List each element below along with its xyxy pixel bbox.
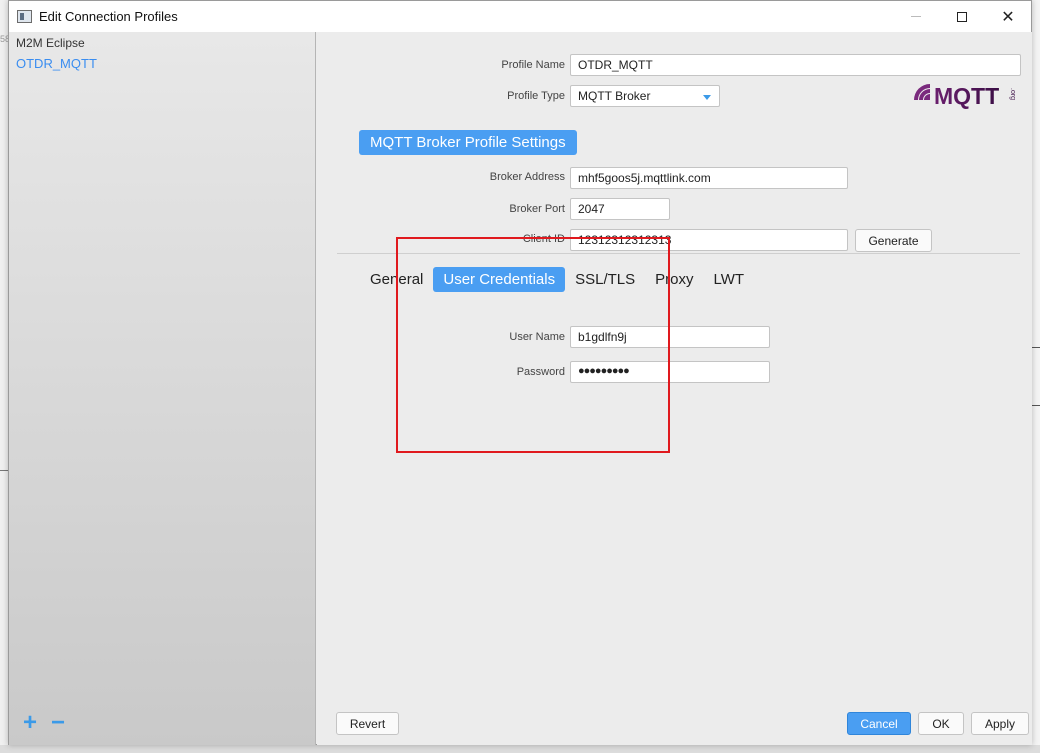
client-id-label: Client ID: [522, 233, 565, 245]
profile-type-label: Profile Type: [507, 90, 565, 102]
remove-profile-button[interactable]: −: [51, 711, 65, 735]
user-name-label: User Name: [509, 331, 565, 343]
edit-connection-profiles-window: Edit Connection Profiles ✕ M2M Eclipse O…: [8, 0, 1032, 745]
tab-user-credentials[interactable]: User Credentials: [433, 267, 566, 292]
broker-settings-tabs: General User Credentials SSL/TLS Proxy L…: [362, 267, 754, 292]
background-divider: [1032, 405, 1040, 406]
mqtt-logo-org-text: .org: [1009, 88, 1016, 100]
maximize-icon: [957, 11, 967, 22]
apply-button[interactable]: Apply: [971, 712, 1029, 735]
profile-name-label: Profile Name: [501, 59, 565, 71]
profile-list-actions: + −: [23, 711, 65, 735]
background-app-right: [1032, 0, 1040, 753]
broker-address-label: Broker Address: [489, 171, 565, 183]
app-window-icon: [17, 10, 32, 23]
revert-button[interactable]: Revert: [336, 712, 399, 735]
window-controls: ✕: [893, 1, 1031, 32]
client-id-field[interactable]: 12312312312313: [570, 229, 848, 251]
tab-lwt[interactable]: LWT: [703, 267, 754, 292]
settings-divider: [337, 253, 1020, 254]
add-profile-button[interactable]: +: [23, 711, 37, 735]
profile-list-sidebar: M2M Eclipse OTDR_MQTT + −: [9, 32, 316, 745]
broker-address-field[interactable]: mhf5goos5j.mqttlink.com: [570, 167, 848, 189]
minimize-button[interactable]: [893, 1, 939, 32]
title-bar[interactable]: Edit Connection Profiles ✕: [9, 1, 1031, 32]
window-title: Edit Connection Profiles: [39, 9, 178, 24]
profile-type-value: MQTT Broker: [578, 89, 651, 103]
password-label: Password: [516, 366, 565, 378]
close-icon: ✕: [1001, 8, 1015, 26]
background-divider: [0, 470, 8, 471]
broker-port-label: Broker Port: [509, 203, 565, 215]
maximize-button[interactable]: [939, 1, 985, 32]
mqtt-logo-text: MQTT: [934, 83, 999, 109]
ok-button[interactable]: OK: [918, 712, 964, 735]
background-text-fragment: 58: [0, 34, 8, 44]
mqtt-logo: MQTT .org: [914, 83, 1016, 109]
broker-settings-heading: MQTT Broker Profile Settings: [359, 130, 577, 155]
tab-proxy[interactable]: Proxy: [645, 267, 703, 292]
minimize-icon: [911, 16, 921, 17]
profile-list-item-m2m-eclipse[interactable]: M2M Eclipse: [16, 36, 85, 50]
user-name-field[interactable]: b1gdlfn9j: [570, 326, 770, 348]
background-app-bottom: [0, 745, 1040, 753]
broker-port-field[interactable]: 2047: [570, 198, 670, 220]
cancel-button[interactable]: Cancel: [847, 712, 911, 735]
background-divider: [1032, 347, 1040, 348]
password-field[interactable]: ●●●●●●●●●: [570, 361, 770, 383]
profile-type-select[interactable]: MQTT Broker: [570, 85, 720, 107]
profile-name-field[interactable]: OTDR_MQTT: [570, 54, 1021, 76]
tab-ssl-tls[interactable]: SSL/TLS: [565, 267, 645, 292]
close-button[interactable]: ✕: [985, 1, 1031, 32]
profile-list-item-otdr-mqtt[interactable]: OTDR_MQTT: [16, 56, 97, 71]
background-app-left: [0, 0, 8, 753]
tab-general[interactable]: General: [362, 267, 433, 292]
generate-client-id-button[interactable]: Generate: [855, 229, 932, 252]
profile-settings-panel: Profile Name OTDR_MQTT Profile Type MQTT…: [317, 32, 1032, 745]
